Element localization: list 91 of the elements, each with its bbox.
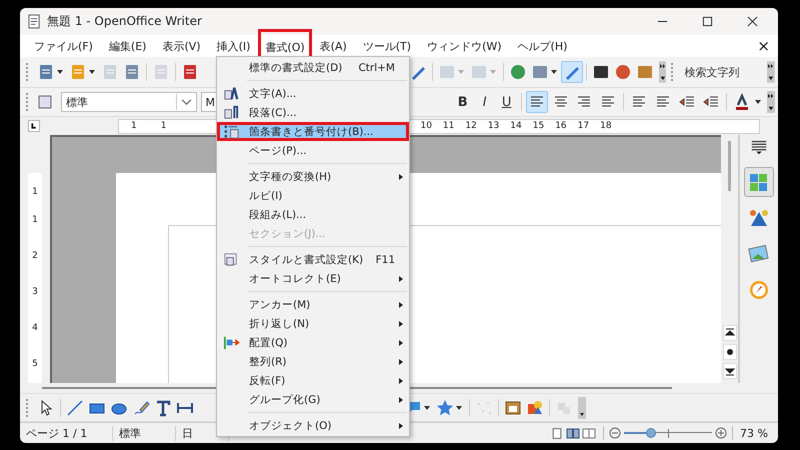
close-icon[interactable] [747,16,758,27]
menu-item[interactable]: 表(A) [312,34,355,58]
ruler-label: 14 [509,121,523,131]
close-document-button[interactable]: × [757,37,778,55]
writer-app-icon [28,14,41,29]
paragraph-style-dropdown[interactable]: 標準 [60,92,197,112]
ruler-label: 11 [442,121,456,131]
submenu-arrow-icon [399,174,403,180]
submenu-arrow-icon [399,320,403,326]
format-icon[interactable] [526,91,548,113]
ruler-label: 13 [486,121,500,131]
ruler-label: 18 [599,121,613,131]
overflow-icon[interactable] [658,61,666,83]
ruler-label: 16 [554,121,568,131]
ruler-label: 1 [130,121,138,131]
submenu-arrow-icon [399,422,403,428]
menu-item[interactable]: 整列(R) [217,352,409,371]
menu-item[interactable]: 配置(Q) [217,333,409,352]
format-button[interactable]: U [496,92,518,112]
sidebar-tab-icon[interactable] [744,167,774,197]
menu-icon[interactable] [750,139,768,155]
ruler-label: 4 [32,323,38,333]
tab-stop-icon[interactable] [28,120,40,132]
caret-icon [88,70,95,74]
menu-item[interactable]: 表示(V) [154,34,209,58]
menu-item[interactable]: 反転(F) [217,371,409,390]
menu-item[interactable]: ツール(T) [354,34,420,58]
caret-icon [424,406,430,410]
ruler-label: 1 [160,121,168,131]
multi-page-view-icon[interactable] [566,426,580,440]
book-view-icon[interactable] [582,426,596,440]
menu-item[interactable]: スタイルと書式設定(K) F11 [217,250,409,269]
menu-item[interactable]: 挿入(I) [208,34,258,58]
menu-item-icon [223,334,240,351]
submenu-arrow-icon [399,378,403,384]
menu-item[interactable]: ページ(P)... [217,141,409,160]
ruler-label: 17 [576,121,590,131]
ruler-label: 1 [32,187,38,197]
caret-icon[interactable] [755,100,761,104]
menu-item-icon [223,85,240,102]
ruler-label: 5 [32,359,38,369]
submenu-arrow-icon [399,358,403,364]
ruler-label: 12 [464,121,478,131]
overflow-icon[interactable] [766,91,775,113]
ruler-label: 1 [32,215,38,225]
menu-item[interactable]: ウィンドウ(W) [419,34,510,58]
caret-icon [458,70,464,74]
maximize-icon[interactable] [702,16,713,27]
menu-item[interactable]: ヘルプ(H) [510,34,576,58]
menu-item[interactable]: グループ化(G) [217,390,409,409]
menu-item[interactable]: ルビ(I) [217,186,409,205]
submenu-arrow-icon [399,396,403,402]
zoom-out-icon[interactable] [609,427,622,439]
menu-item-icon [223,104,240,121]
menu-item[interactable]: 段組み(L)... [217,205,409,224]
caret-icon [490,70,496,74]
ruler-label: 15 [532,121,546,131]
format-button[interactable]: B [452,92,474,112]
page-indicator: ページ 1 / 1 [20,426,113,440]
previous-page-icon[interactable] [722,325,736,341]
caret-icon [550,70,557,74]
zoom-in-icon[interactable] [715,427,728,439]
ruler-label: 10 [419,121,433,131]
menu-item[interactable]: ファイル(F) [26,34,101,58]
single-page-view-icon[interactable] [550,426,564,440]
menu-item[interactable]: 折り返し(N) [217,314,409,333]
drawing-tool-icon [65,398,85,418]
overflow-icon[interactable] [578,396,586,418]
next-page-icon[interactable] [722,363,736,379]
submenu-arrow-icon [399,340,403,346]
format-button[interactable]: I [474,92,496,112]
caret-icon [456,406,462,410]
navigation-icon[interactable] [722,344,736,360]
menu-item-icon [223,123,240,140]
menu-item[interactable]: 編集(E) [100,34,154,58]
ruler-label: 2 [32,251,38,261]
submenu-arrow-icon [399,276,403,282]
zoom-slider-thumb[interactable] [646,428,656,438]
menu-item[interactable]: アンカー(M) [217,295,409,314]
menu-item[interactable]: オートコレクト(E) [217,269,409,288]
page-style-label: 標準 [113,426,176,440]
zoom-percentage: 73 % [739,426,769,440]
submenu-arrow-icon [399,302,403,308]
caret-icon [56,70,63,74]
overflow-icon[interactable] [767,61,775,83]
vertical-scrollbar[interactable] [721,135,739,383]
window-title: 無題 1 - OpenOffice Writer [47,13,202,30]
menu-item[interactable]: 文字種の変換(H) [217,167,409,186]
drawing-tool-icon [435,398,455,418]
menu-item[interactable]: 箇条書きと番号付け(B)... [217,122,409,141]
ruler-label: 3 [32,287,38,297]
